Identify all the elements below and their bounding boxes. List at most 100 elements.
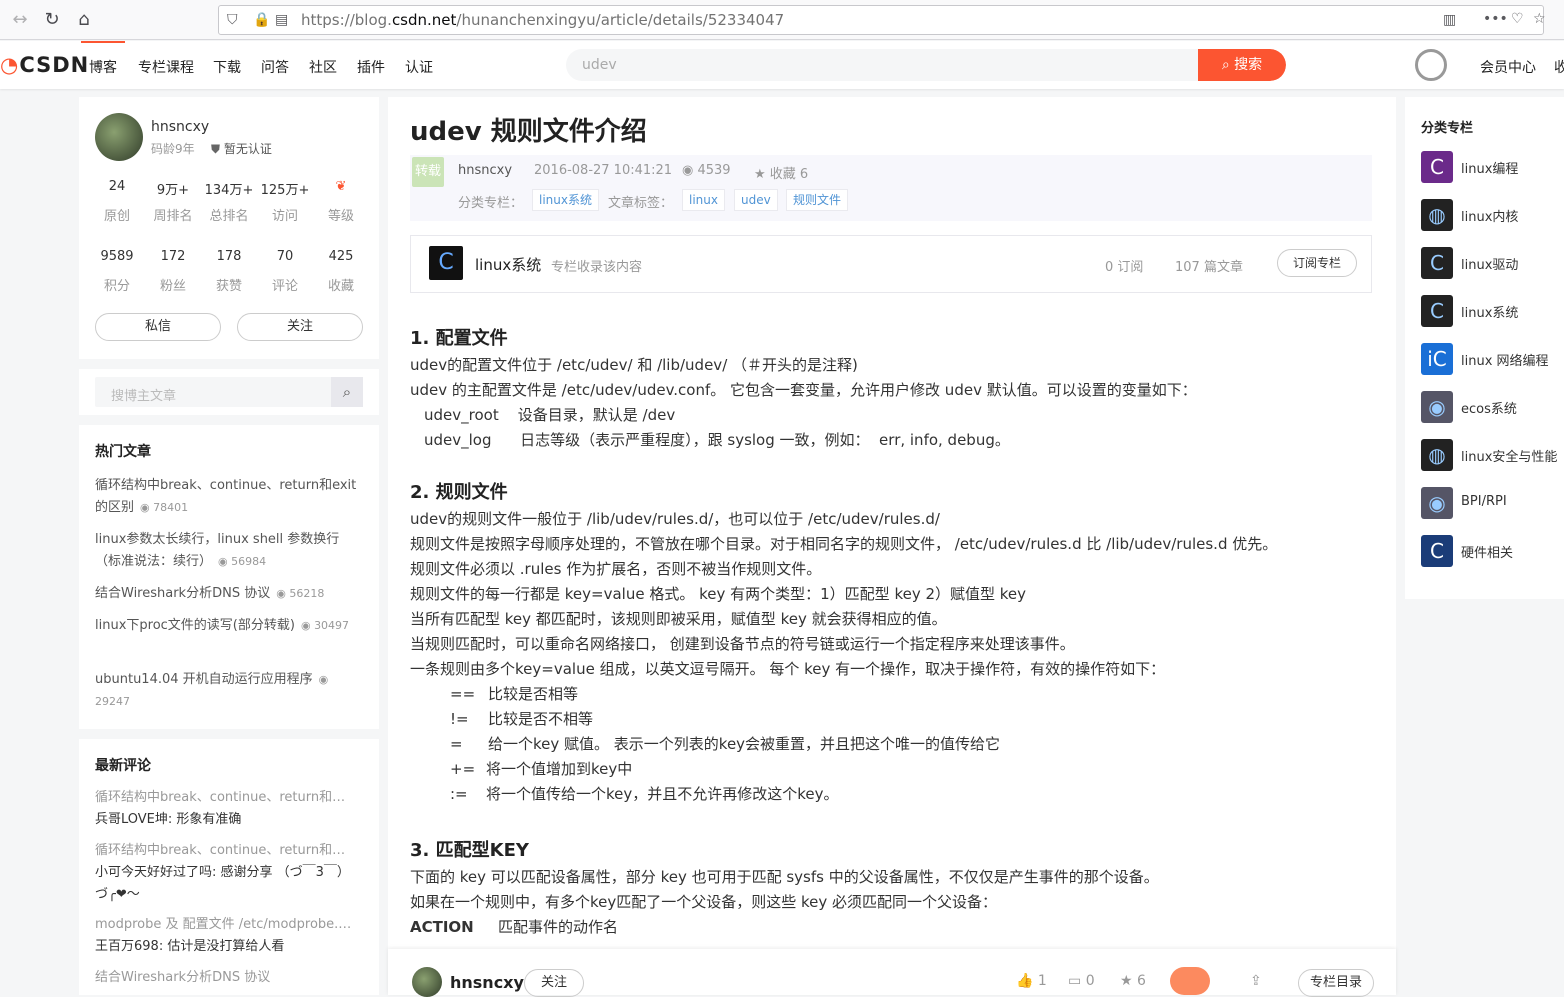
article-tag[interactable]: 规则文件	[786, 189, 849, 211]
article-body: 1. 配置文件 udev的配置文件位于 /etc/udev/ 和 /lib/ud…	[410, 325, 1372, 940]
stat-label: 访问	[271, 209, 298, 224]
blog-search-card: 搜博主文章 ⌕	[79, 369, 379, 415]
bookmark-star-icon[interactable]: ☆	[1533, 11, 1546, 27]
stat-value: 134万+	[204, 183, 254, 198]
nav-courses[interactable]: 专栏课程	[138, 57, 194, 77]
comment-item[interactable]: 循环结构中break、continue、return和… 兵哥LOVE坤: 形象有…	[95, 787, 359, 831]
nav-qa[interactable]: 问答	[261, 57, 289, 77]
hot-article[interactable]: 结合Wireshark分析DNS 协议 ◉ 56218	[95, 583, 359, 605]
stat-label: 周排名	[153, 209, 193, 224]
subscribe-column-button[interactable]: 订阅专栏	[1277, 249, 1357, 277]
article-tag[interactable]: linux	[682, 189, 725, 211]
follow-button[interactable]: 关注	[237, 313, 363, 341]
paragraph: 规则文件必须以 .rules 作为扩展名，否则不被当作规则文件。	[410, 560, 822, 578]
column-logo-icon[interactable]: C	[429, 246, 463, 280]
bottom-author-name[interactable]: hnsncxy	[450, 973, 524, 992]
more-actions-icon[interactable]: •••	[1483, 11, 1508, 27]
column-item[interactable]: C 硬件相关	[1421, 535, 1564, 567]
hot-article[interactable]: linux参数太长续行，linux shell 参数换行（标准说法：续行） ◉ 5…	[95, 529, 359, 573]
paragraph: udev 的主配置文件是 /etc/udev/udev.conf。 它包含一套变…	[410, 381, 1197, 399]
home-icon[interactable]: ⌂	[72, 8, 96, 32]
comment-item[interactable]: 结合Wireshark分析DNS 协议	[95, 967, 359, 989]
reward-icon[interactable]	[1170, 967, 1210, 995]
author-name[interactable]: hnsncxy	[151, 119, 209, 135]
page-info-icon[interactable]: ▤	[275, 12, 288, 28]
operator-row: := 将一个值传给一个key，并且不允许再修改这个key。	[450, 785, 839, 803]
comment-button[interactable]: ▭ 0	[1068, 973, 1095, 989]
stat-value: 24	[108, 179, 126, 194]
column-item[interactable]: ◉ BPI/RPI	[1421, 487, 1564, 519]
meta-favorites[interactable]: ★ 收藏 6	[754, 163, 808, 182]
column-icon: ◍	[1421, 199, 1453, 231]
column-icon: iC	[1421, 343, 1453, 375]
stat-value: 178	[216, 249, 242, 264]
column-item[interactable]: Clinux编程	[1421, 151, 1564, 183]
message-button[interactable]: 私信	[95, 313, 221, 341]
article-card: udev 规则文件介绍 转载 hnsncxy 2016-08-27 10:41:…	[388, 97, 1396, 995]
site-search-button[interactable]: ⌕ 搜索	[1198, 49, 1286, 81]
column-item[interactable]: ◍ linux内核	[1421, 199, 1564, 231]
comment-item[interactable]: 循环结构中break、continue、return和… 小可今天好好过了吗: 感…	[95, 840, 359, 906]
comment-icon: ▭	[1068, 973, 1086, 989]
column-item[interactable]: Clinux系统	[1421, 295, 1564, 327]
hot-article[interactable]: ubuntu14.04 开机自动运行应用程序 ◉ 29247	[95, 669, 359, 713]
stat-label: 总排名	[209, 209, 249, 224]
hot-articles-heading: 热门文章	[95, 444, 151, 460]
share-icon[interactable]: ⇪	[1250, 973, 1262, 989]
column-item[interactable]: iC linux 网络编程	[1421, 343, 1564, 375]
stats-row-1: 24 原创 9万+ 周排名 134万+ 总排名 125万+ 访问 ❦ 等级	[89, 179, 369, 224]
member-center-link[interactable]: 会员中心	[1480, 57, 1536, 77]
paragraph: 规则文件的每一行都是 key=value 格式。 key 有两个类型：1）匹配型…	[410, 585, 1027, 603]
pocket-icon[interactable]: ♡	[1511, 11, 1524, 27]
stat-label: 收藏	[327, 279, 354, 294]
paragraph: 如果在一个规则中，有多个key匹配了一个父设备，则这些 key 必须匹配同一个父…	[410, 893, 998, 911]
level-badge-icon[interactable]: ❦	[313, 179, 369, 199]
paragraph: udev的配置文件位于 /etc/udev/ 和 /lib/udev/ （＃开头…	[410, 356, 858, 374]
article-tag[interactable]: udev	[734, 189, 778, 211]
eye-icon: ◉	[218, 555, 232, 568]
column-item[interactable]: ◍ linux安全与性能	[1421, 439, 1564, 471]
url-text[interactable]: https://blog.csdn.net/hunanchenxingyu/ar…	[301, 11, 784, 29]
star-button[interactable]: ★ 6	[1120, 973, 1146, 989]
url-bar[interactable]: ⛉ 🔒 ▤ https://blog.csdn.net/hunanchenxin…	[218, 5, 1546, 35]
bottom-follow-button[interactable]: 关注	[524, 969, 584, 997]
comment-item[interactable]: modprobe 及 配置文件 /etc/modprobe.… 王百万698: 估…	[95, 914, 359, 958]
category-label: 分类专栏：	[458, 196, 524, 211]
column-icon: ◉	[1421, 391, 1453, 423]
like-button[interactable]: 👍 1	[1016, 973, 1047, 989]
reload-icon[interactable]: ↻	[40, 8, 64, 32]
column-item[interactable]: ◉ ecos系统	[1421, 391, 1564, 423]
nav-plugins[interactable]: 插件	[357, 57, 385, 77]
stat-value: 125万+	[260, 183, 310, 198]
hot-article[interactable]: linux下proc文件的读写(部分转载) ◉ 30497	[95, 615, 359, 637]
shield-icon[interactable]: ⛉	[227, 12, 238, 28]
forward-icon[interactable]: →	[8, 8, 32, 32]
column-box: C linux系统 专栏收录该内容 0 订阅 107 篇文章 订阅专栏	[410, 235, 1372, 293]
lock-icon[interactable]: 🔒	[253, 12, 270, 28]
author-avatar-small[interactable]	[412, 967, 442, 997]
csdn-logo[interactable]: ◔CSDN	[0, 53, 89, 77]
column-icon: C	[1421, 295, 1453, 327]
search-icon[interactable]: ⌕	[331, 377, 363, 407]
author-avatar[interactable]	[95, 113, 143, 161]
nav-community[interactable]: 社区	[309, 57, 337, 77]
nav-download[interactable]: 下载	[213, 57, 241, 77]
column-icon: ◉	[1421, 487, 1453, 519]
column-icon: C	[1421, 535, 1453, 567]
column-item[interactable]: Clinux驱动	[1421, 247, 1564, 279]
column-name[interactable]: linux系统	[475, 254, 541, 275]
nav-blog[interactable]: 博客	[81, 41, 125, 77]
stats-row-2: 9589 积分 172 粉丝 178 获赞 70 评论 425 收藏	[89, 249, 369, 294]
category-tag[interactable]: linux系统	[532, 189, 599, 211]
site-search-input[interactable]: udev	[582, 57, 617, 73]
meta-author[interactable]: hnsncxy	[458, 163, 512, 178]
reader-view-icon[interactable]: ▥	[1443, 12, 1456, 28]
key-row: ACTION 匹配事件的动作名	[410, 918, 619, 936]
nav-certification[interactable]: 认证	[405, 57, 433, 77]
columns-heading: 分类专栏	[1421, 121, 1474, 136]
user-avatar-icon[interactable]	[1415, 49, 1447, 81]
column-toc-button[interactable]: 专栏目录	[1298, 969, 1374, 997]
favorites-link[interactable]: 收	[1554, 57, 1564, 77]
hot-article[interactable]: 循环结构中break、continue、return和exit的区别 ◉ 7840…	[95, 475, 359, 519]
blog-search-input[interactable]: 搜博主文章	[111, 385, 176, 404]
